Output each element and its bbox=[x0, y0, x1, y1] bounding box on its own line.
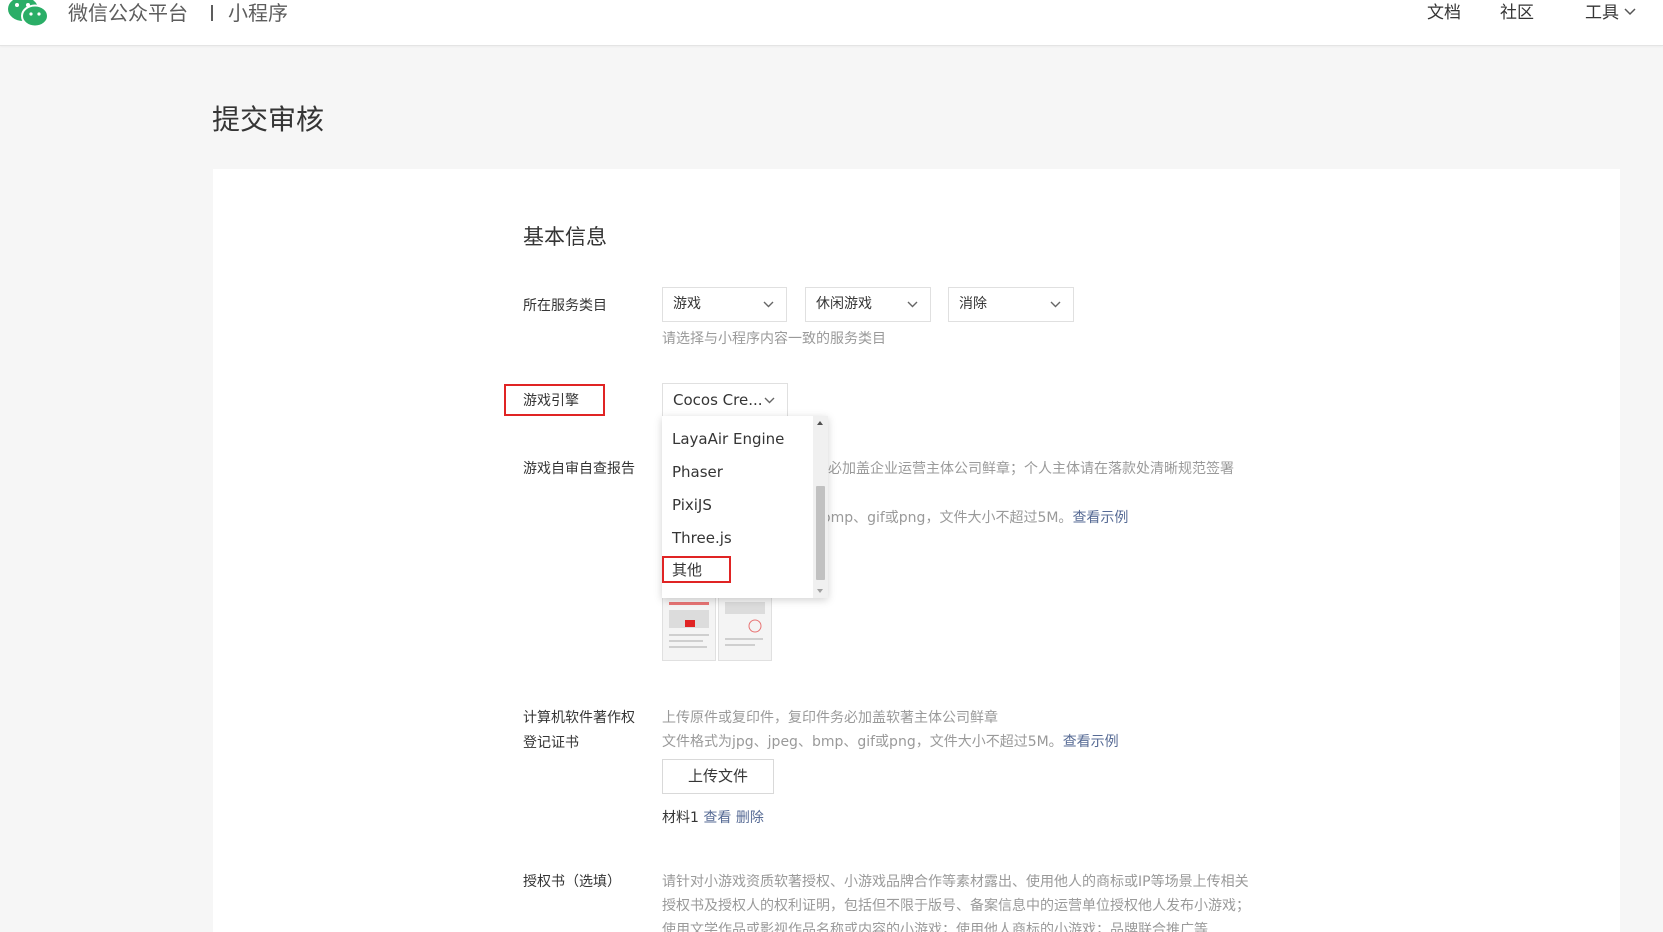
chevron-down-icon bbox=[764, 397, 775, 404]
category-select-3[interactable]: 消除 bbox=[948, 287, 1074, 322]
scroll-up-arrow-icon[interactable] bbox=[817, 421, 823, 425]
material-view-link[interactable]: 查看 bbox=[703, 810, 731, 826]
authorization-hint-line1: 请针对小游戏资质软著授权、小游戏品牌合作等素材露出、使用他人的商标或IP等场景上… bbox=[662, 874, 1249, 890]
document-thumbnail-icon bbox=[719, 596, 771, 660]
copyright-example-link[interactable]: 查看示例 bbox=[1063, 734, 1119, 750]
platform-title[interactable]: 微信公众平台 bbox=[68, 0, 188, 26]
category-select-2-value: 休闲游戏 bbox=[816, 296, 872, 312]
authorization-hint-line2: 授权书及授权人的权利证明，包括但不限于版号、备案信息中的运营单位授权他人发布小游… bbox=[662, 898, 1250, 914]
chevron-down-icon[interactable] bbox=[1624, 8, 1636, 16]
self-check-hint-line1: 件务必加盖企业运营主体公司鲜章；个人主体请在落款处清晰规范签署 bbox=[800, 461, 1234, 477]
category-select-1[interactable]: 游戏 bbox=[662, 287, 787, 322]
self-check-example-link[interactable]: 查看示例 bbox=[1072, 510, 1128, 526]
engine-option-pixijs[interactable]: PixiJS bbox=[672, 494, 712, 516]
engine-option-threejs[interactable]: Three.js bbox=[672, 527, 732, 549]
category-select-2[interactable]: 休闲游戏 bbox=[805, 287, 931, 322]
header-divider bbox=[211, 5, 213, 21]
chevron-down-icon bbox=[1050, 301, 1061, 308]
authorization-hint-line3: 使用文学作品或影视作品名称或内容的小游戏；使用他人商标的小游戏；品牌联合推广等 bbox=[662, 922, 1208, 932]
category-select-1-value: 游戏 bbox=[673, 296, 701, 312]
wechat-logo-icon[interactable] bbox=[6, 0, 50, 30]
copyright-hint-line2: 文件格式为jpg、jpeg、bmp、gif或png，文件大小不超过5M。查看示例 bbox=[662, 730, 1119, 754]
nav-tools-menu[interactable]: 工具 bbox=[1585, 1, 1619, 25]
self-check-hint-text: omp、gif或png，文件大小不超过5M。 bbox=[822, 510, 1073, 526]
game-engine-select[interactable]: Cocos Cre... bbox=[662, 383, 788, 418]
basic-info-heading: 基本信息 bbox=[523, 225, 607, 249]
page-title: 提交审核 bbox=[212, 103, 325, 136]
section-title: 小程序 bbox=[228, 1, 288, 25]
engine-option-layaair[interactable]: LayaAir Engine bbox=[672, 428, 784, 450]
material-delete-link[interactable]: 删除 bbox=[736, 810, 764, 826]
report-thumbnail-1[interactable] bbox=[662, 595, 716, 661]
upload-file-button[interactable]: 上传文件 bbox=[662, 759, 774, 794]
game-engine-select-value: Cocos Cre... bbox=[673, 391, 763, 409]
report-thumbnail-2[interactable] bbox=[718, 595, 772, 661]
top-header: 微信公众平台 小程序 文档 社区 工具 bbox=[0, 0, 1663, 46]
self-check-hint-line2: omp、gif或png，文件大小不超过5M。查看示例 bbox=[822, 506, 1128, 530]
nav-community-link[interactable]: 社区 bbox=[1500, 1, 1534, 25]
copyright-hint-line1: 上传原件或复印件，复印件务必加盖软著主体公司鲜章 bbox=[662, 710, 998, 726]
self-check-report-label: 游戏自审自查报告 bbox=[523, 461, 635, 477]
document-thumbnail-icon bbox=[663, 596, 715, 660]
game-engine-dropdown[interactable]: LayaAir Engine Phaser PixiJS Three.js 其他 bbox=[662, 416, 828, 598]
game-engine-label: 游戏引擎 bbox=[523, 393, 579, 409]
category-select-3-value: 消除 bbox=[959, 296, 987, 312]
authorization-label: 授权书（选填） bbox=[523, 874, 621, 890]
category-hint: 请选择与小程序内容一致的服务类目 bbox=[662, 331, 886, 347]
software-copyright-label-line1: 计算机软件著作权 bbox=[523, 710, 635, 726]
material-item: 材料1 查看 删除 bbox=[662, 806, 764, 830]
scroll-down-arrow-icon[interactable] bbox=[817, 589, 823, 593]
scrollbar-thumb[interactable] bbox=[816, 486, 825, 580]
chevron-down-icon bbox=[763, 301, 774, 308]
chevron-down-icon bbox=[907, 301, 918, 308]
software-copyright-label-line2: 登记证书 bbox=[523, 735, 579, 751]
engine-option-phaser[interactable]: Phaser bbox=[672, 461, 723, 483]
material-name: 材料1 bbox=[662, 810, 699, 826]
other-option-highlight bbox=[662, 556, 731, 583]
dropdown-scrollbar[interactable] bbox=[813, 416, 828, 598]
form-panel bbox=[213, 169, 1620, 932]
copyright-hint-text: 文件格式为jpg、jpeg、bmp、gif或png，文件大小不超过5M。 bbox=[662, 734, 1063, 750]
nav-docs-link[interactable]: 文档 bbox=[1427, 1, 1461, 25]
service-category-label: 所在服务类目 bbox=[523, 298, 607, 314]
